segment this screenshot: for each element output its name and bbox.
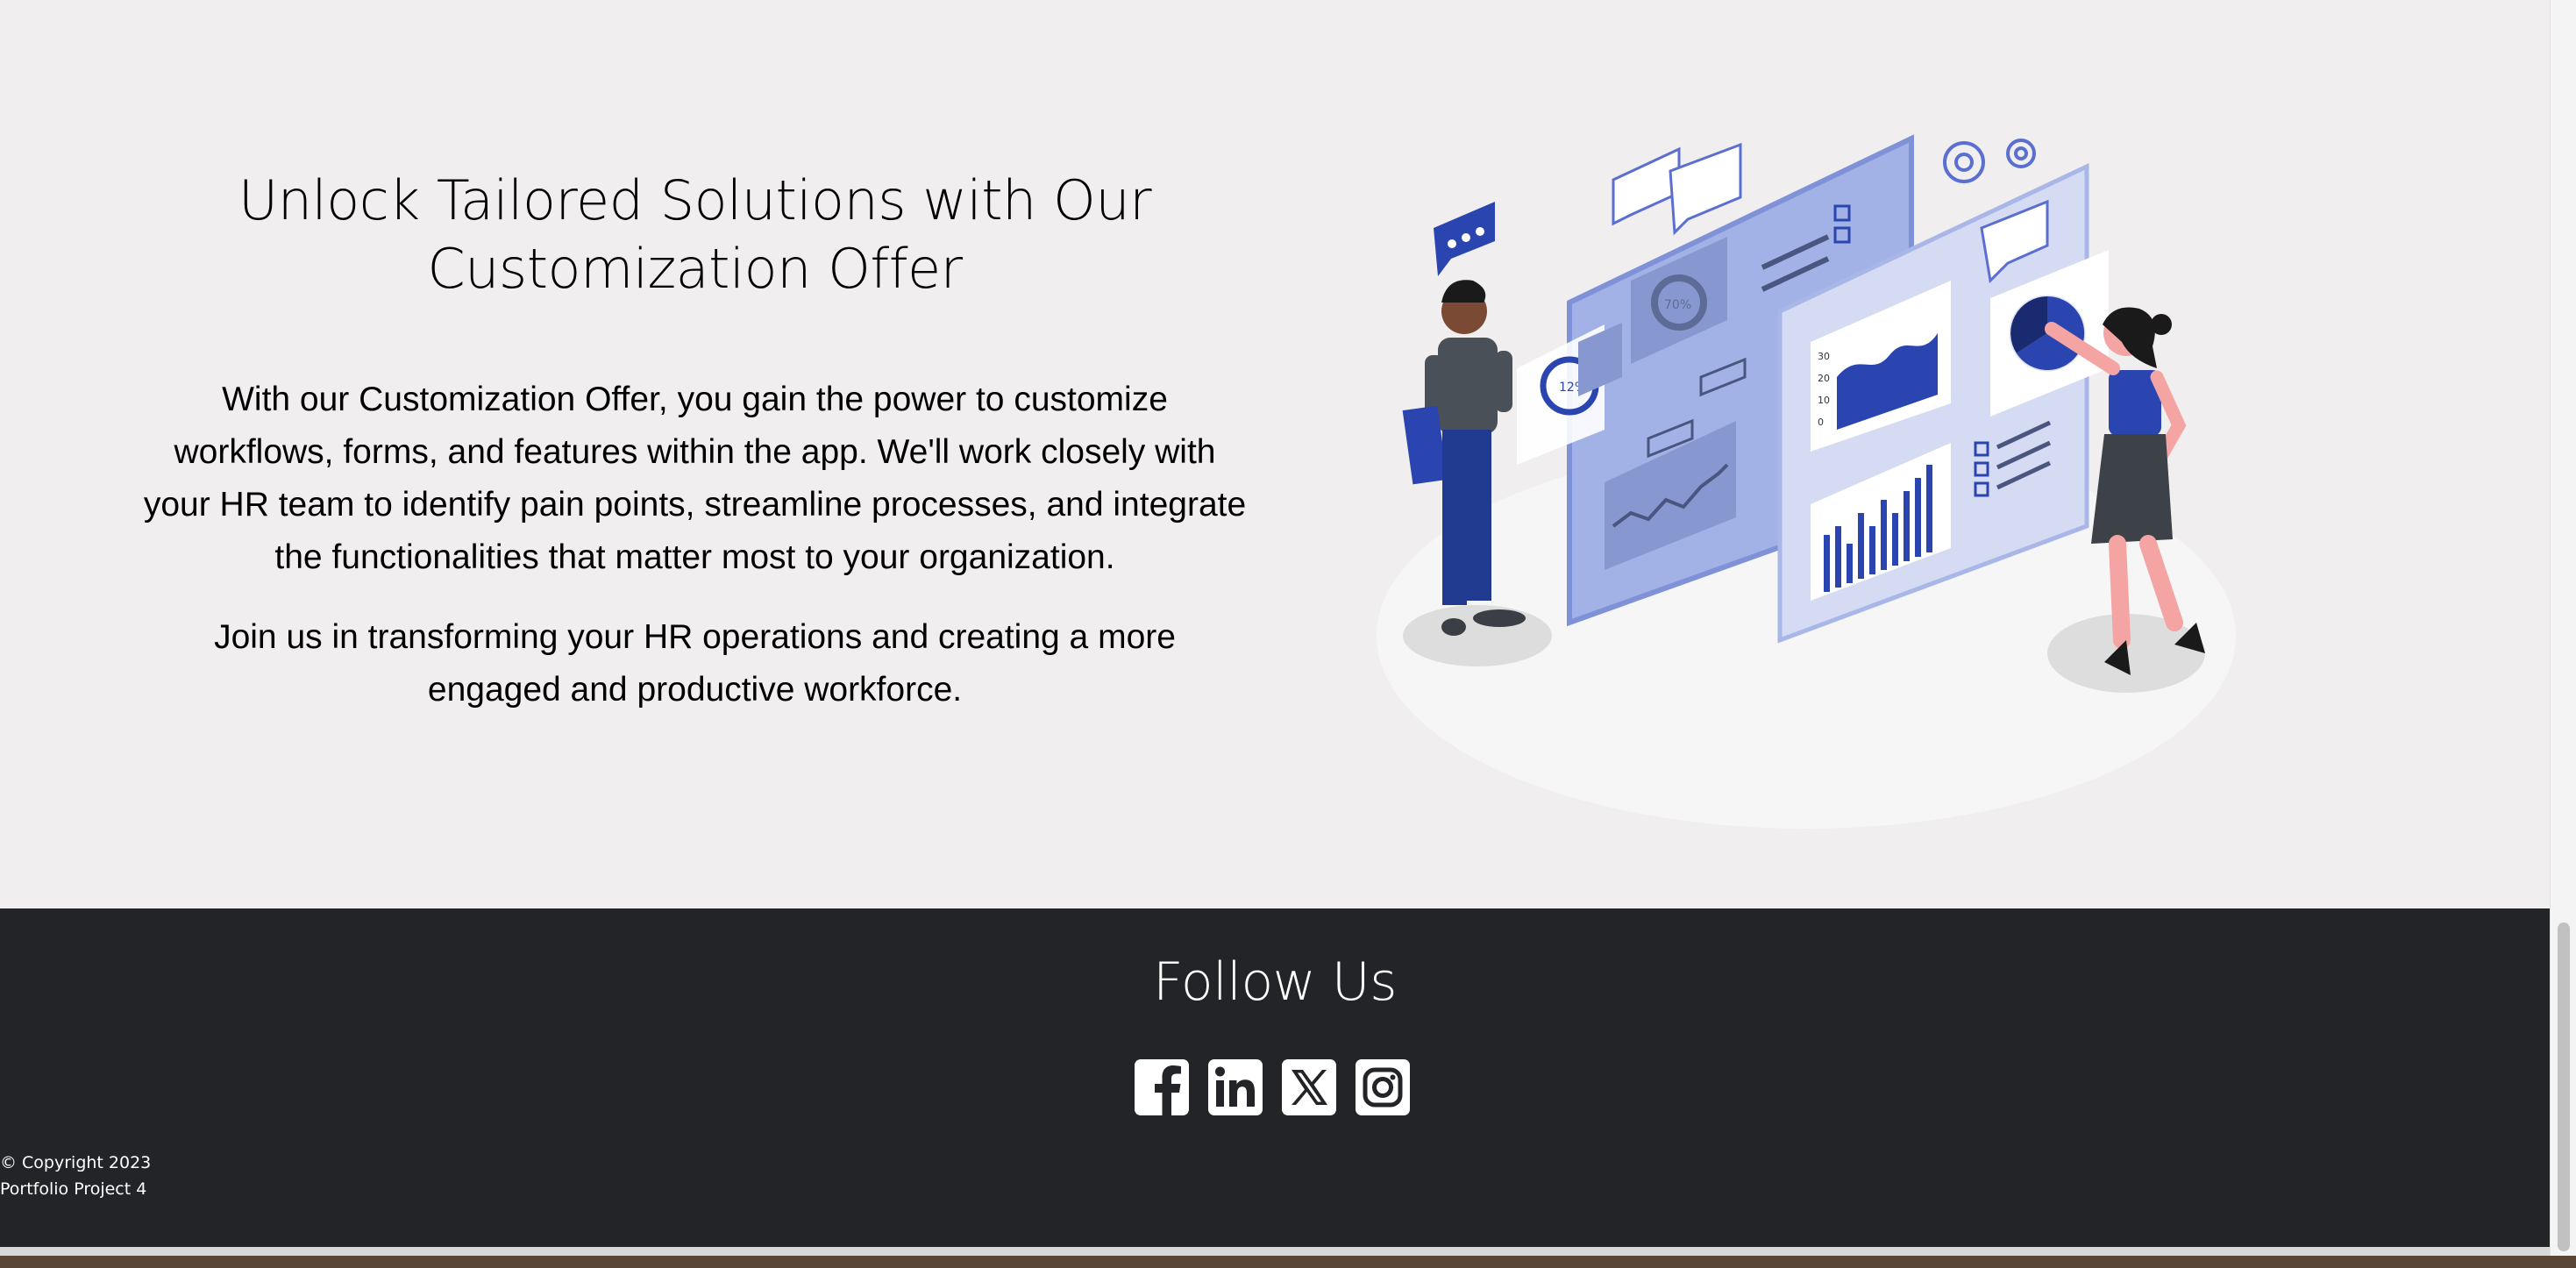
x-twitter-icon[interactable]	[1282, 1059, 1336, 1115]
vertical-scrollbar[interactable]	[2550, 0, 2576, 1256]
linkedin-icon[interactable]	[1208, 1059, 1263, 1115]
customization-section: Unlock Tailored Solutions with Our Custo…	[0, 0, 2550, 908]
window-bottom-edge	[0, 1247, 2550, 1256]
project-name: Portfolio Project 4	[0, 1179, 147, 1199]
scrollbar-thumb[interactable]	[2558, 923, 2570, 1251]
page: Unlock Tailored Solutions with Our Custo…	[0, 0, 2576, 1256]
instagram-icon[interactable]	[1356, 1059, 1410, 1115]
facebook-icon[interactable]	[1135, 1059, 1189, 1115]
copyright-text: © Copyright 2023	[0, 1153, 152, 1172]
hero-paragraph-1: With our Customization Offer, you gain t…	[143, 381, 1247, 576]
chart-tick-10: 10	[1818, 395, 1830, 406]
chart-tick-30: 30	[1818, 351, 1830, 362]
hero-paragraph-2: Join us in transforming your HR operatio…	[214, 618, 1176, 709]
hero-title: Unlock Tailored Solutions with Our Custo…	[238, 168, 1152, 301]
chart-tick-0: 0	[1818, 417, 1824, 428]
chart-tick-20: 20	[1818, 373, 1830, 384]
gauge-center-label: 70%	[1664, 298, 1691, 312]
hero-text-block: Unlock Tailored Solutions with Our Custo…	[140, 167, 1249, 716]
follow-us-title: Follow Us	[1153, 951, 1397, 1013]
hr-dashboard-illustration: 12% 70% 30 20 10 0	[1377, 134, 2236, 829]
